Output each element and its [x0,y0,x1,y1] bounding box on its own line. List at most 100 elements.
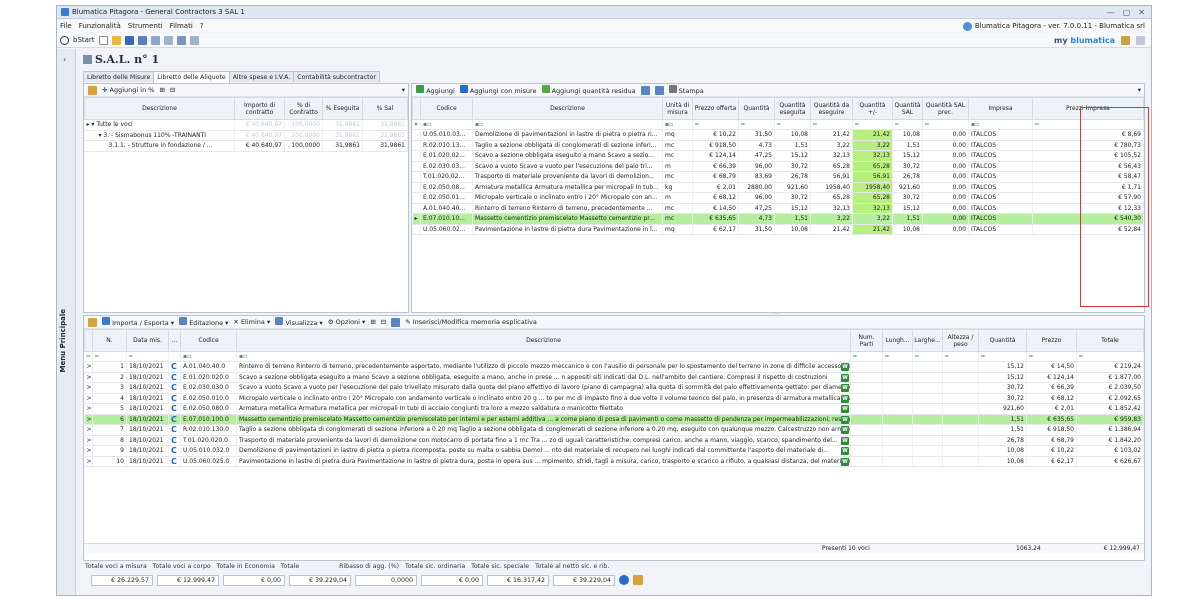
print-button[interactable]: Stampa [668,85,704,95]
table-row[interactable]: ▸ ▾ Tutte le voci € 40.640,97 100,0000 3… [84,119,408,131]
menu-strumenti[interactable]: Strumenti [128,22,163,30]
panel-icon[interactable] [1136,35,1145,45]
add-residua-button[interactable]: Aggiungi quantità residua [541,85,636,95]
table-row[interactable]: T.01.020.02... Trasporto di materiale pro… [412,171,1144,183]
col-n[interactable]: N. [92,329,127,352]
tool-icon[interactable] [88,85,97,95]
col-num-parti[interactable]: Num. Parti [850,329,883,352]
grid-icon[interactable] [640,85,650,95]
table-row[interactable]: >10 18/10/2021 C U.05.060.025.0 Pavimentazio… [84,456,1144,467]
delete-button[interactable]: ✕ Elimina ▾ [233,318,270,326]
col-quantita[interactable]: Quantità [978,329,1027,352]
word-icon[interactable]: W [841,384,849,392]
col-quantita-sal[interactable]: Quantità SAL [892,97,923,120]
word-icon[interactable]: W [841,394,849,403]
edit-button[interactable]: Editazione ▾ [179,317,228,327]
forward-icon[interactable] [189,35,199,45]
new-file-icon[interactable] [98,35,108,45]
table-row[interactable]: >2 18/10/2021 C E.01.020.020.0 Scavo a sezio… [84,372,1144,383]
col-codice[interactable]: Codice [180,329,237,352]
table-row[interactable]: >1 18/10/2021 C A.01.040.40.0 Rinterro di te… [84,361,1144,373]
settings-icon[interactable] [1121,35,1130,45]
dropdown-icon[interactable]: ▾ [1138,86,1144,94]
table-row[interactable]: >9 18/10/2021 C U.05.010.032.0 Demolizione d… [84,445,1144,457]
table-row[interactable]: ▸ E.07.010.10... Massetto cementizio premi… [412,213,1144,225]
add-percent-button[interactable]: ✚ Aggiungi in % [102,86,154,94]
table-row[interactable]: >7 18/10/2021 C R.02.010.130.0 Taglio a sezi… [84,424,1144,436]
word-icon[interactable]: W [841,426,849,434]
table-row[interactable]: U.05.010.03... Demolizione di pavimentazi… [412,129,1144,141]
col-unita[interactable]: Unità di misura [662,97,693,120]
add-with-misure-button[interactable]: Aggiungi con misure [459,85,537,95]
table-row[interactable]: ▾ 3. - Sismabonus 110% -TRAINANTI € 40.6… [84,130,408,141]
table-row[interactable]: 3.1.1. - Strutture in fondazione / ... €… [84,140,408,152]
col-quantita-pm[interactable]: Quantità +/- [852,97,893,120]
table-row[interactable]: U.05.060.02... Pavimentazione in lastre d… [412,224,1144,235]
col-prezzo-offerta[interactable]: Prezzo offerta [692,97,739,120]
table-row[interactable]: E.01.020.02... Scavo a sezione obbligata … [412,150,1144,162]
table-row[interactable]: E.02.030.03... Scavo a vuoto Scavo a vuot… [412,161,1144,172]
menu-funzionalita[interactable]: Funzionalità [79,22,121,30]
table-row[interactable]: >8 18/10/2021 C T.01.020.020.0 Trasporto di … [84,435,1144,446]
table-row[interactable]: A.01.040.40... Rinterro di terreno Rinter… [412,203,1144,214]
col-more[interactable]: ... [168,329,181,352]
info-icon[interactable] [619,575,629,585]
home-icon[interactable] [176,35,186,45]
col-perc-sal[interactable]: % Sal [362,97,408,120]
col-impresa[interactable]: Impresa [968,97,1033,120]
tab-libretto-misure[interactable]: Libretto delle Misure [83,71,155,82]
add-button[interactable]: Aggiungi [416,85,455,95]
table-row[interactable]: >4 18/10/2021 C E.02.050.010.0 Micropalo ver… [84,393,1144,404]
col-data[interactable]: Data mis. [126,329,169,352]
col-codice[interactable]: Codice [420,97,473,120]
table-row[interactable]: >6 18/10/2021 C E.07.010.100.0 Massetto ceme… [84,414,1144,425]
collapse-icon[interactable]: ⊟ [381,318,386,326]
col-totale[interactable]: Totale [1076,329,1144,352]
expand-chevron-icon[interactable]: › [63,55,66,64]
layout-icon[interactable] [391,317,401,327]
view-button[interactable]: Visualizza ▾ [275,317,323,327]
tool-icon[interactable] [88,317,97,327]
layout-icon[interactable] [654,85,664,95]
col-importo[interactable]: Importo di contratto [234,97,285,120]
word-icon[interactable]: W [841,373,849,382]
close-button[interactable]: ✕ [1138,8,1145,17]
word-icon[interactable]: W [841,457,849,466]
expand-icon[interactable]: ⊞ [370,318,375,326]
col-prezzo[interactable]: Prezzo [1026,329,1077,352]
table-row[interactable]: >5 18/10/2021 C E.02.050.080.0 Armatura meta… [84,403,1144,415]
filter-row[interactable]: ▾ ▪▫ ▪▫ ▪▫ ═ ═ ═ ═ ═ ═ ═ ▪▫ ═ [412,119,1144,130]
tab-libretto-aliquote[interactable]: Libretto delle Aliquote [153,71,230,83]
import-export-button[interactable]: Importa / Esporta ▾ [102,317,174,327]
col-perc-eseguita[interactable]: % Eseguita [322,97,363,120]
word-icon[interactable]: W [841,405,849,413]
tool-icon[interactable] [633,575,643,585]
table-row[interactable]: E.02.050.01... Micropalo verticale o incl… [412,192,1144,204]
maximize-button[interactable]: ▢ [1123,8,1131,17]
ribasso-field[interactable]: 0,0000 [355,575,417,586]
memo-button[interactable]: ✎ Inserisci/Modifica memoria esplicativa [405,318,537,326]
tab-altre-spese[interactable]: Altre spese e I.V.A. [228,71,295,82]
word-icon[interactable]: W [841,363,849,371]
col-altezza[interactable]: Altezza / peso [942,329,979,352]
menu-filmati[interactable]: Filmati [170,22,193,30]
col-quantita-da-eseguire[interactable]: Quantità da eseguire [810,97,853,120]
word-icon[interactable]: W [841,415,849,424]
dropdown-icon[interactable]: ▾ [402,86,408,94]
start-button[interactable]: bStart [73,36,95,44]
col-quantita-eseguita[interactable]: Quantità eseguita [774,97,811,120]
table-row[interactable]: >3 18/10/2021 C E.02.030.030.0 Scavo a vuoto… [84,382,1144,394]
menu-file[interactable]: File [60,22,72,30]
col-descrizione[interactable]: Descrizione [472,97,663,120]
table-row[interactable]: R.02.010.13... Taglio a sezione obbligata… [412,140,1144,151]
menu-help[interactable]: ? [200,22,204,30]
save-icon[interactable] [124,35,134,45]
collapse-icon[interactable]: ⊟ [170,86,175,94]
word-icon[interactable]: W [841,436,849,445]
tab-contabilita-subcontractor[interactable]: Contabilità subcontractor [293,71,380,82]
col-larghezza[interactable]: Larghe... [912,329,943,352]
blumatica-logo[interactable]: my blumatica [1054,36,1115,45]
col-perc-contratto[interactable]: % di Contratto [284,97,323,120]
open-folder-icon[interactable] [111,35,121,45]
back-icon[interactable] [163,35,173,45]
